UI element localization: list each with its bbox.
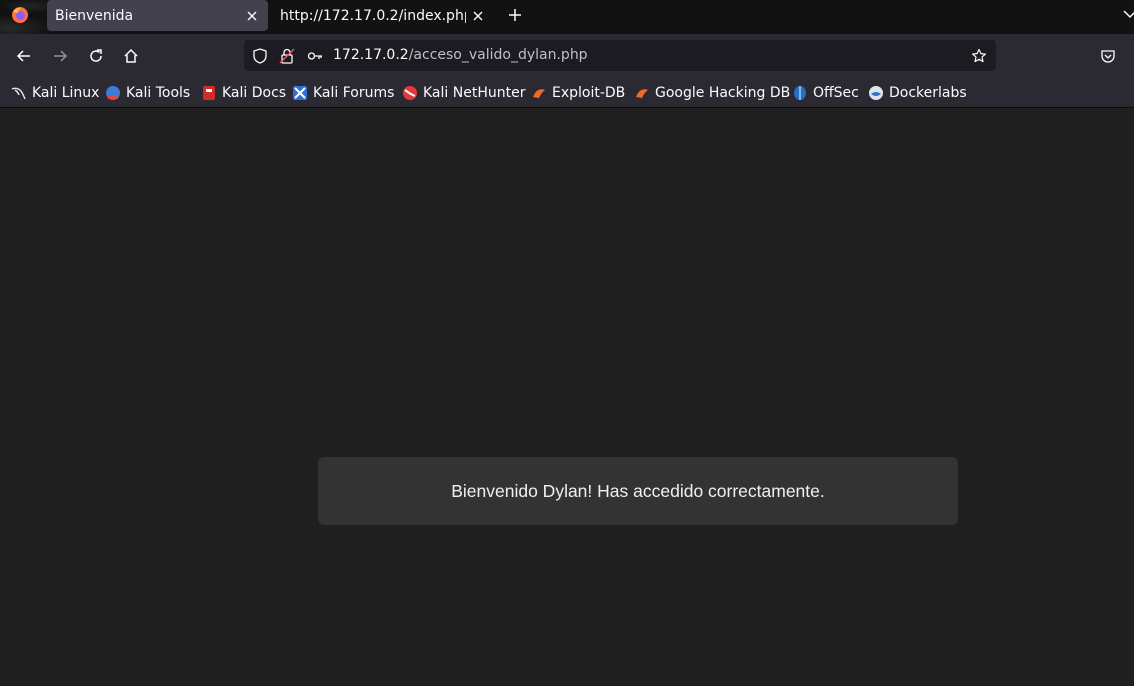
home-button[interactable] xyxy=(117,42,145,70)
bookmark-label: OffSec xyxy=(813,85,859,101)
close-tab-button[interactable] xyxy=(466,4,490,28)
tab-strip: Bienvenida http://172.17.0.2/index.php xyxy=(0,0,1134,34)
arrow-left-icon xyxy=(16,50,30,62)
kali-nethunter-icon xyxy=(403,86,417,100)
bookmark-label: Kali Docs xyxy=(222,85,287,101)
url-path: /acceso_valido_dylan.php xyxy=(408,47,588,63)
bookmark-label: Kali Forums xyxy=(313,85,395,101)
kali-tools-icon xyxy=(106,86,120,100)
bookmark-offsec[interactable]: OffSec xyxy=(792,83,859,103)
star-icon xyxy=(972,48,986,63)
close-icon xyxy=(473,11,483,20)
bookmark-label: Kali Linux xyxy=(32,85,100,101)
bookmark-dockerlabs[interactable]: Dockerlabs xyxy=(868,83,967,103)
tracking-protection-button[interactable] xyxy=(251,47,269,65)
tab-title: Bienvenida xyxy=(55,7,134,24)
bookmark-label: Kali NetHunter xyxy=(423,85,526,101)
bookmark-label: Dockerlabs xyxy=(889,85,967,101)
exploit-db-icon xyxy=(533,89,545,98)
bookmark-kali-linux[interactable]: Kali Linux xyxy=(11,83,99,103)
shield-icon xyxy=(253,48,267,64)
pocket-icon xyxy=(1101,50,1115,63)
plus-icon xyxy=(509,9,521,21)
ghdb-icon xyxy=(636,89,648,98)
offsec-icon xyxy=(794,86,806,100)
welcome-message: Bienvenido Dylan! Has accedido correctam… xyxy=(451,480,825,501)
bookmark-label: Google Hacking DB xyxy=(655,85,791,101)
navigation-toolbar: 172.17.0.2/acceso_valido_dylan.php xyxy=(0,34,1134,78)
kali-forums-icon xyxy=(293,86,307,100)
back-button[interactable] xyxy=(10,42,38,70)
close-icon xyxy=(247,11,257,20)
new-tab-button[interactable] xyxy=(503,3,527,27)
welcome-message-box: Bienvenido Dylan! Has accedido correctam… xyxy=(318,457,958,525)
bookmark-label: Exploit-DB xyxy=(552,85,626,101)
url-host: 172.17.0.2 xyxy=(333,47,409,63)
pocket-button[interactable] xyxy=(1094,42,1122,70)
key-icon xyxy=(307,52,322,60)
url-text[interactable]: 172.17.0.2/acceso_valido_dylan.php xyxy=(333,47,588,63)
firefox-icon[interactable] xyxy=(10,5,30,25)
bookmark-kali-tools[interactable]: Kali Tools xyxy=(105,83,190,103)
page-content: Bienvenido Dylan! Has accedido correctam… xyxy=(0,108,1134,686)
bookmark-google-hacking-db[interactable]: Google Hacking DB xyxy=(634,83,790,103)
kali-dragon-icon xyxy=(11,87,26,100)
bookmark-kali-forums[interactable]: Kali Forums xyxy=(292,83,394,103)
tab-title: http://172.17.0.2/index.php xyxy=(280,7,466,24)
forward-button[interactable] xyxy=(46,42,74,70)
chevron-down-icon[interactable] xyxy=(1120,4,1134,24)
saved-logins-button[interactable] xyxy=(306,47,324,65)
reload-icon xyxy=(90,49,102,62)
bookmark-kali-docs[interactable]: Kali Docs xyxy=(201,83,286,103)
home-icon xyxy=(124,48,138,63)
tab-bienvenida[interactable]: Bienvenida xyxy=(47,0,268,31)
tab-index[interactable]: http://172.17.0.2/index.php xyxy=(272,0,494,31)
kali-docs-icon xyxy=(203,86,215,100)
url-bar[interactable]: 172.17.0.2/acceso_valido_dylan.php xyxy=(244,40,996,71)
reload-button[interactable] xyxy=(82,42,110,70)
bookmark-exploit-db[interactable]: Exploit-DB xyxy=(531,83,625,103)
close-tab-button[interactable] xyxy=(240,4,264,28)
dockerlabs-icon xyxy=(869,86,883,100)
bookmark-kali-nethunter[interactable]: Kali NetHunter xyxy=(402,83,525,103)
bookmark-label: Kali Tools xyxy=(126,85,191,101)
insecure-lock-icon xyxy=(279,48,295,64)
bookmark-star-button[interactable] xyxy=(970,47,988,65)
site-security-button[interactable] xyxy=(278,47,296,65)
bookmarks-toolbar: Kali Linux Kali Tools Kali Docs Kali For… xyxy=(0,78,1134,108)
arrow-right-icon xyxy=(54,50,68,62)
